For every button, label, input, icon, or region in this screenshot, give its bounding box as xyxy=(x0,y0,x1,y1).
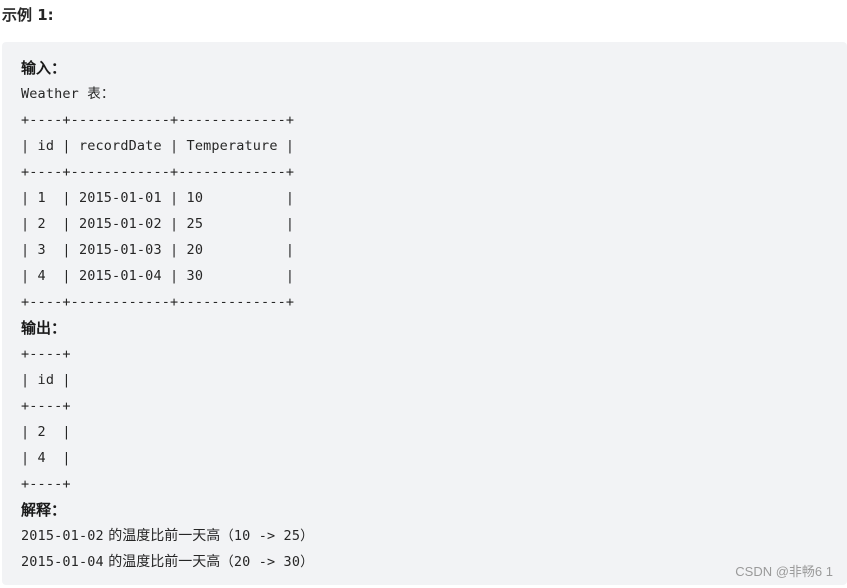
output-table: +----+ | id | +----+ | 2 | | 4 | +----+ xyxy=(21,341,847,497)
table-caption-text: Weather 表： xyxy=(21,86,115,102)
output-table-border-bottom: +----+ xyxy=(21,476,71,492)
example-heading: 示例 1: xyxy=(2,6,54,24)
explanation-text: 的温度比前一天高 xyxy=(103,554,221,570)
explanation-line: 2015-01-04 的温度比前一天高（20 -> 30） xyxy=(21,549,847,575)
explanation-detail: （20 -> 30） xyxy=(220,554,314,570)
output-table-row: | 2 | xyxy=(21,424,71,440)
csdn-watermark: CSDN @非畅6 1 xyxy=(735,564,833,579)
explanation-date: 2015-01-02 xyxy=(21,528,104,544)
input-table-border-mid: +----+------------+-------------+ xyxy=(21,164,295,180)
explanation-line: 2015-01-02 的温度比前一天高（10 -> 25） xyxy=(21,523,847,549)
input-table-row: | 4 | 2015-01-04 | 30 | xyxy=(21,268,295,284)
input-label: 输入： xyxy=(21,59,67,77)
output-table-border-mid: +----+ xyxy=(21,398,71,414)
output-label: 输出： xyxy=(21,319,67,337)
input-table-row: | 1 | 2015-01-01 | 10 | xyxy=(21,190,295,206)
example-code-block: 输入： Weather 表： +----+------------+------… xyxy=(2,42,847,585)
explanation-text: 的温度比前一天高 xyxy=(103,528,221,544)
input-table-border-bottom: +----+------------+-------------+ xyxy=(21,294,295,310)
explanation-detail: （10 -> 25） xyxy=(220,528,314,544)
output-table-header-row: | id | xyxy=(21,372,71,388)
input-table-border-top: +----+------------+-------------+ xyxy=(21,112,295,128)
input-table-row: | 3 | 2015-01-03 | 20 | xyxy=(21,242,295,258)
input-table: +----+------------+-------------+ | id |… xyxy=(21,107,847,315)
explanation-date: 2015-01-04 xyxy=(21,554,104,570)
input-table-header-row: | id | recordDate | Temperature | xyxy=(21,138,295,154)
table-caption: Weather 表： xyxy=(21,81,847,107)
output-table-border-top: +----+ xyxy=(21,346,71,362)
input-table-row: | 2 | 2015-01-02 | 25 | xyxy=(21,216,295,232)
explanation-label: 解释： xyxy=(21,501,67,519)
output-table-row: | 4 | xyxy=(21,450,71,466)
